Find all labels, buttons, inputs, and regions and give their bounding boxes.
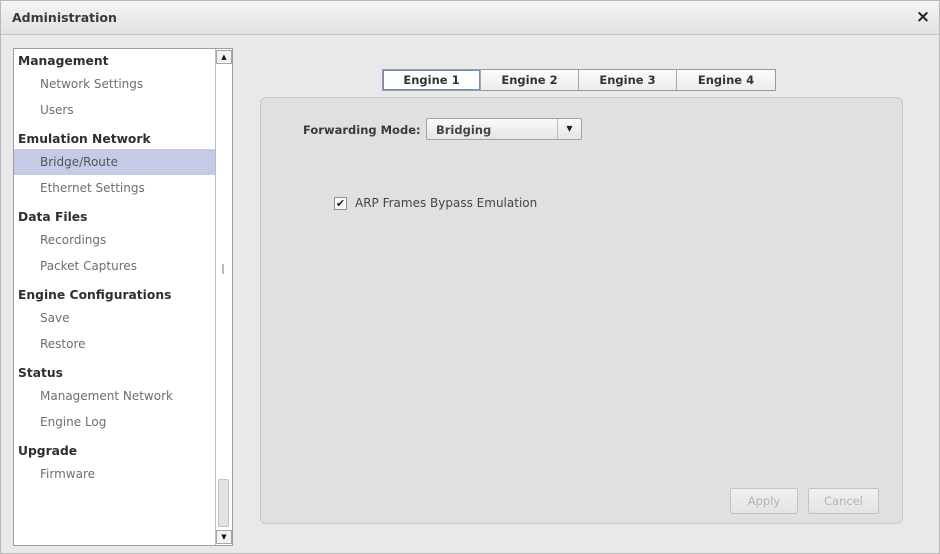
sidebar-section-title: Emulation Network: [18, 132, 151, 146]
forwarding-mode-select[interactable]: Bridging ▼: [426, 118, 582, 140]
engine-settings-panel: [260, 97, 903, 524]
sidebar-item-packet-captures[interactable]: Packet Captures: [14, 253, 215, 279]
sidebar-section-title: Management: [18, 54, 109, 68]
sidebar-scrollbar[interactable]: ▲ ▼: [215, 49, 232, 545]
sidebar-nav: Management Network Settings Users Emulation…: [14, 49, 215, 545]
sidebar-item-bridge-route[interactable]: Bridge/Route: [14, 149, 215, 175]
sidebar-item-restore[interactable]: Restore: [14, 331, 215, 357]
apply-button[interactable]: Apply: [730, 488, 798, 514]
arp-bypass-checkbox[interactable]: ✔: [334, 197, 347, 210]
sidebar-section-title: Engine Configurations: [18, 288, 172, 302]
sidebar-section-title: Upgrade: [18, 444, 78, 458]
scrollbar-grip: [222, 264, 224, 274]
scroll-down-icon[interactable]: ▼: [216, 530, 232, 544]
title-bar: Administration ×: [1, 1, 939, 35]
tab-engine-3[interactable]: Engine 3: [579, 70, 677, 90]
scroll-up-icon[interactable]: ▲: [216, 50, 232, 64]
sidebar-item-users[interactable]: Users: [14, 97, 215, 123]
tab-engine-1[interactable]: Engine 1: [383, 70, 481, 90]
sidebar-item-ethernet-settings[interactable]: Ethernet Settings: [14, 175, 215, 201]
tab-engine-2[interactable]: Engine 2: [481, 70, 579, 90]
sidebar-item-network-settings[interactable]: Network Settings: [14, 71, 215, 97]
sidebar-item-save[interactable]: Save: [14, 305, 215, 331]
tab-engine-4[interactable]: Engine 4: [677, 70, 775, 90]
forwarding-mode-label: Forwarding Mode:: [303, 123, 421, 137]
sidebar-item-engine-log[interactable]: Engine Log: [14, 409, 215, 435]
checkmark-icon: ✔: [335, 197, 346, 210]
forwarding-mode-value: Bridging: [436, 123, 492, 137]
cancel-button[interactable]: Cancel: [808, 488, 879, 514]
sidebar: Management Network Settings Users Emulation…: [13, 48, 233, 546]
administration-window: Administration × Management Network Setti…: [0, 0, 940, 554]
sidebar-item-firmware[interactable]: Firmware: [14, 461, 215, 487]
sidebar-section-title: Status: [18, 366, 63, 380]
sidebar-section-title: Data Files: [18, 210, 88, 224]
chevron-down-icon[interactable]: ▼: [557, 119, 581, 139]
window-title: Administration: [12, 10, 117, 25]
sidebar-item-recordings[interactable]: Recordings: [14, 227, 215, 253]
engine-tabs: Engine 1 Engine 2 Engine 3 Engine 4: [382, 69, 776, 91]
sidebar-item-management-network[interactable]: Management Network: [14, 383, 215, 409]
scrollbar-thumb[interactable]: [218, 479, 229, 527]
close-icon[interactable]: ×: [913, 6, 933, 28]
arp-bypass-label[interactable]: ARP Frames Bypass Emulation: [355, 196, 537, 210]
